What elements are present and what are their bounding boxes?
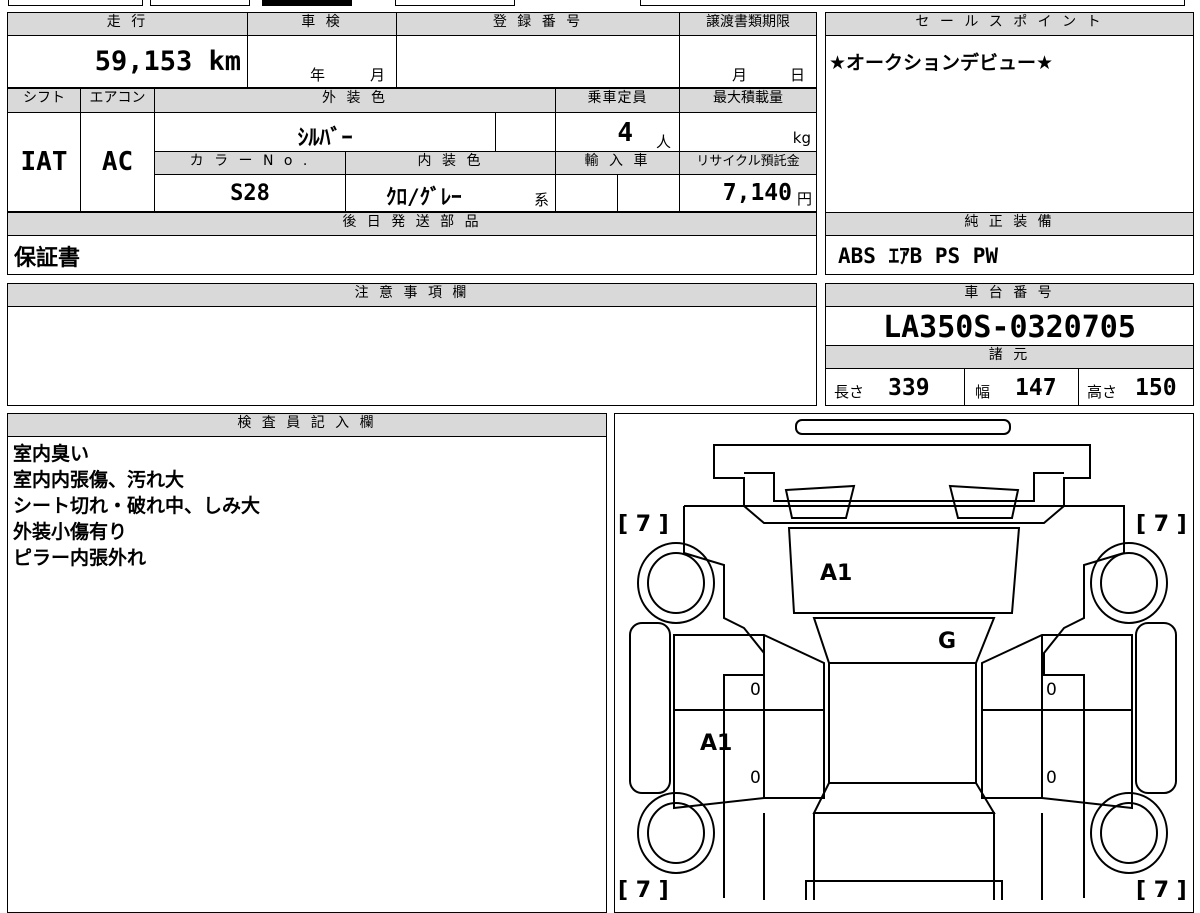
interior-color-header: 内 装 色 — [345, 151, 556, 175]
capacity-value: 4 — [617, 118, 633, 148]
registration-header: 登 録 番 号 — [396, 12, 680, 36]
interior-color-suffix: 系 — [533, 191, 549, 209]
max-load-unit: kg — [792, 129, 811, 147]
mileage-header: 走 行 — [7, 12, 248, 36]
chassis-number: LA350S-0320705 — [883, 310, 1136, 345]
mileage-value: 59,153 km — [94, 46, 241, 77]
car-diagram: [ 7 ] [ 7 ] [ 7 ] [ 7 ] A1 G A1 0 0 0 0 — [618, 419, 1187, 900]
hood-damage-mark: A1 — [820, 561, 852, 586]
sales-point-header: セ ー ル ス ポ イ ン ト — [825, 12, 1194, 36]
left-rear-door-value: 0 — [750, 768, 761, 788]
import-cell-left — [555, 174, 618, 212]
interior-color-cell: ｸﾛ/ｸﾞﾚｰ 系 — [345, 174, 556, 212]
right-front-door-value: 0 — [1046, 680, 1057, 700]
length-cell: 長さ 339 — [825, 368, 965, 406]
import-header: 輸 入 車 — [555, 151, 680, 175]
inspector-line: 室内内張傷、汚れ大 — [13, 469, 185, 491]
height-cell: 高さ 150 — [1078, 368, 1194, 406]
import-cell-right — [617, 174, 680, 212]
height-label: 高さ — [1087, 383, 1118, 401]
shift-cell: IAT — [7, 112, 81, 212]
inspection-header: 車 検 — [247, 12, 397, 36]
later-parts-value: 保証書 — [14, 246, 81, 271]
max-load-header: 最大積載量 — [679, 88, 817, 113]
color-no-cell: S28 — [154, 174, 346, 212]
tire-mark-front-left: [ 7 ] — [618, 512, 669, 537]
genuine-equipment-value: ABS ｴｱB PS PW — [838, 244, 999, 268]
later-parts-header: 後 日 発 送 部 品 — [7, 212, 817, 236]
windshield-damage-mark: G — [938, 629, 956, 654]
capacity-header: 乗車定員 — [555, 88, 680, 113]
top-strip — [0, 0, 1200, 8]
length-value: 339 — [888, 375, 930, 401]
mileage-cell: 59,153 km — [7, 35, 248, 88]
capacity-cell: 4 人 — [555, 112, 680, 152]
aircon-value: AC — [101, 147, 134, 177]
tire-mark-rear-left: [ 7 ] — [618, 878, 669, 900]
tire-mark-front-right: [ 7 ] — [1136, 512, 1187, 537]
recycle-header: リサイクル預託金 — [679, 151, 817, 175]
inspection-cell: 年 月 — [247, 35, 397, 88]
chassis-header: 車 台 番 号 — [825, 283, 1194, 307]
left-front-door-value: 0 — [750, 680, 761, 700]
width-cell: 幅 147 — [964, 368, 1079, 406]
specs-header: 諸 元 — [825, 345, 1194, 369]
width-value: 147 — [1015, 375, 1057, 401]
shift-value: IAT — [20, 147, 68, 177]
interior-color-value: ｸﾛ/ｸﾞﾚｰ — [386, 185, 462, 209]
tire-mark-rear-right: [ 7 ] — [1136, 878, 1187, 900]
inspection-year-unit: 年 — [310, 66, 326, 84]
inspection-month-unit: 月 — [370, 66, 386, 84]
recycle-unit: 円 — [796, 190, 812, 208]
max-load-cell: kg — [679, 112, 817, 152]
inspector-header: 検 査 員 記 入 欄 — [7, 413, 607, 437]
height-value: 150 — [1135, 375, 1177, 401]
notes-header: 注 意 事 項 欄 — [7, 283, 817, 307]
genuine-equipment-header: 純 正 装 備 — [825, 212, 1194, 236]
length-label: 長さ — [834, 383, 865, 401]
capacity-unit: 人 — [655, 133, 671, 151]
transfer-deadline-header: 譲渡書類期限 — [679, 12, 817, 36]
registration-cell — [396, 35, 680, 88]
recycle-value: 7,140 — [722, 180, 792, 206]
transfer-deadline-cell: 月 日 — [679, 35, 817, 88]
color-no-value: S28 — [230, 181, 270, 206]
inspector-lines: 室内臭い 室内内張傷、汚れ大 シート切れ・破れ中、しみ大 外装小傷有り ピラー内… — [13, 441, 260, 571]
transfer-month-unit: 月 — [732, 66, 748, 84]
right-rear-door-value: 0 — [1046, 768, 1057, 788]
width-label: 幅 — [975, 383, 991, 401]
exterior-color-header: 外 装 色 — [154, 88, 556, 113]
transfer-day-unit: 日 — [790, 66, 806, 84]
recycle-cell: 7,140 円 — [679, 174, 817, 212]
exterior-color-extra — [495, 112, 556, 152]
left-rear-door-damage-mark: A1 — [700, 731, 732, 756]
shift-header: シフト — [7, 88, 81, 113]
inspector-line: 室内臭い — [13, 443, 90, 465]
color-no-header: カ ラ ー N o . — [154, 151, 346, 175]
inspector-line: ピラー内張外れ — [13, 547, 147, 569]
exterior-color-cell: ｼﾙﾊﾞｰ — [154, 112, 496, 152]
inspector-line: 外装小傷有り — [13, 521, 128, 543]
aircon-cell: AC — [80, 112, 155, 212]
exterior-color-value: ｼﾙﾊﾞｰ — [297, 126, 353, 151]
aircon-header: エアコン — [80, 88, 155, 113]
sales-point-text: ★オークションデビュー★ — [829, 52, 1054, 74]
inspector-line: シート切れ・破れ中、しみ大 — [13, 495, 261, 517]
